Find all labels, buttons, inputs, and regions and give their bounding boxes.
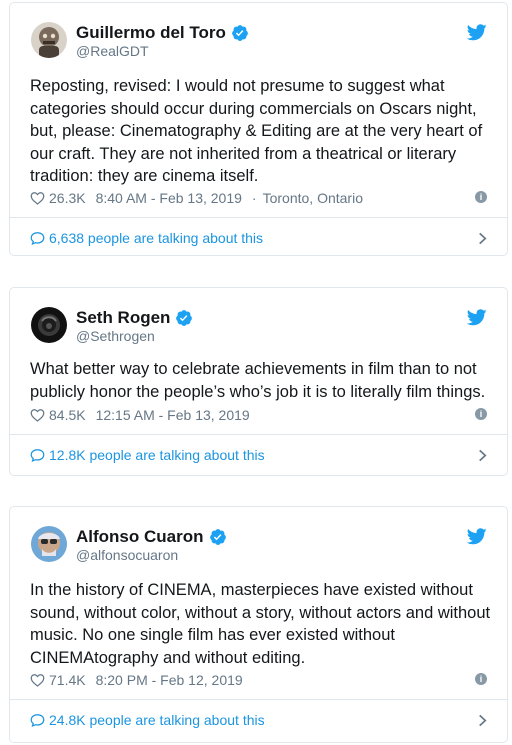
speech-bubble-icon [30, 449, 45, 462]
separator-dot: · [251, 190, 257, 206]
tweet-meta: 71.4K 8:20 PM - Feb 12, 2019 i [30, 672, 487, 688]
heart-icon[interactable] [30, 408, 45, 422]
divider [10, 434, 507, 435]
avatar[interactable] [31, 526, 67, 562]
speech-bubble-icon [30, 232, 45, 245]
author-name[interactable]: Guillermo del Toro [76, 23, 226, 43]
tweet-timestamp[interactable]: 12:15 AM - Feb 13, 2019 [96, 407, 250, 423]
tweet-text: Reposting, revised: I would not presume … [30, 77, 483, 185]
chevron-right-icon[interactable] [478, 714, 487, 727]
tweet-meta: 84.5K 12:15 AM - Feb 13, 2019 i [30, 407, 487, 423]
author-name[interactable]: Seth Rogen [76, 308, 170, 328]
author-handle[interactable]: @RealGDT [76, 43, 149, 59]
like-count[interactable]: 71.4K [49, 672, 86, 688]
verified-badge-icon [231, 25, 248, 41]
divider [10, 217, 507, 218]
tweet-location[interactable]: Toronto, Ontario [263, 190, 363, 206]
tweet-card[interactable]: Seth Rogen @Sethrogen What better way to… [9, 287, 508, 476]
like-count[interactable]: 26.3K [49, 190, 86, 206]
conversation-link[interactable]: 24.8K people are talking about this [30, 712, 487, 728]
tweet-card[interactable]: Guillermo del Toro @RealGDT Reposting, r… [9, 2, 508, 256]
conversation-link[interactable]: 6,638 people are talking about this [30, 230, 487, 246]
author-handle[interactable]: @alfonsocuaron [76, 547, 178, 563]
talking-count[interactable]: 24.8K people are talking about this [49, 712, 265, 728]
author-name[interactable]: Alfonso Cuaron [76, 527, 204, 547]
verified-badge-icon [176, 310, 193, 326]
divider [10, 699, 507, 700]
tweet-timestamp[interactable]: 8:20 PM - Feb 12, 2019 [96, 672, 243, 688]
info-icon[interactable]: i [475, 673, 487, 685]
tweet-card[interactable]: Alfonso Cuaron @alfonsocuaron In the his… [9, 506, 508, 743]
tweet-text: What better way to celebrate achievement… [30, 360, 486, 401]
tweet-text: In the history of CINEMA, masterpieces h… [30, 581, 491, 667]
info-icon[interactable]: i [475, 408, 487, 420]
twitter-bird-icon[interactable] [467, 24, 487, 41]
tweet-timestamp[interactable]: 8:40 AM - Feb 13, 2019 [96, 190, 242, 206]
talking-count[interactable]: 6,638 people are talking about this [49, 230, 263, 246]
avatar[interactable] [31, 22, 67, 58]
heart-icon[interactable] [30, 191, 45, 205]
author-handle[interactable]: @Sethrogen [76, 328, 155, 344]
avatar[interactable] [31, 307, 67, 343]
chevron-right-icon[interactable] [478, 449, 487, 462]
talking-count[interactable]: 12.8K people are talking about this [49, 447, 265, 463]
twitter-bird-icon[interactable] [467, 309, 487, 326]
verified-badge-icon [209, 529, 226, 545]
tweet-meta: 26.3K 8:40 AM - Feb 13, 2019 · Toronto, … [30, 190, 487, 206]
like-count[interactable]: 84.5K [49, 407, 86, 423]
heart-icon[interactable] [30, 673, 45, 687]
twitter-bird-icon[interactable] [467, 528, 487, 545]
conversation-link[interactable]: 12.8K people are talking about this [30, 447, 487, 463]
info-icon[interactable]: i [475, 191, 487, 203]
speech-bubble-icon [30, 714, 45, 727]
chevron-right-icon[interactable] [478, 232, 487, 245]
